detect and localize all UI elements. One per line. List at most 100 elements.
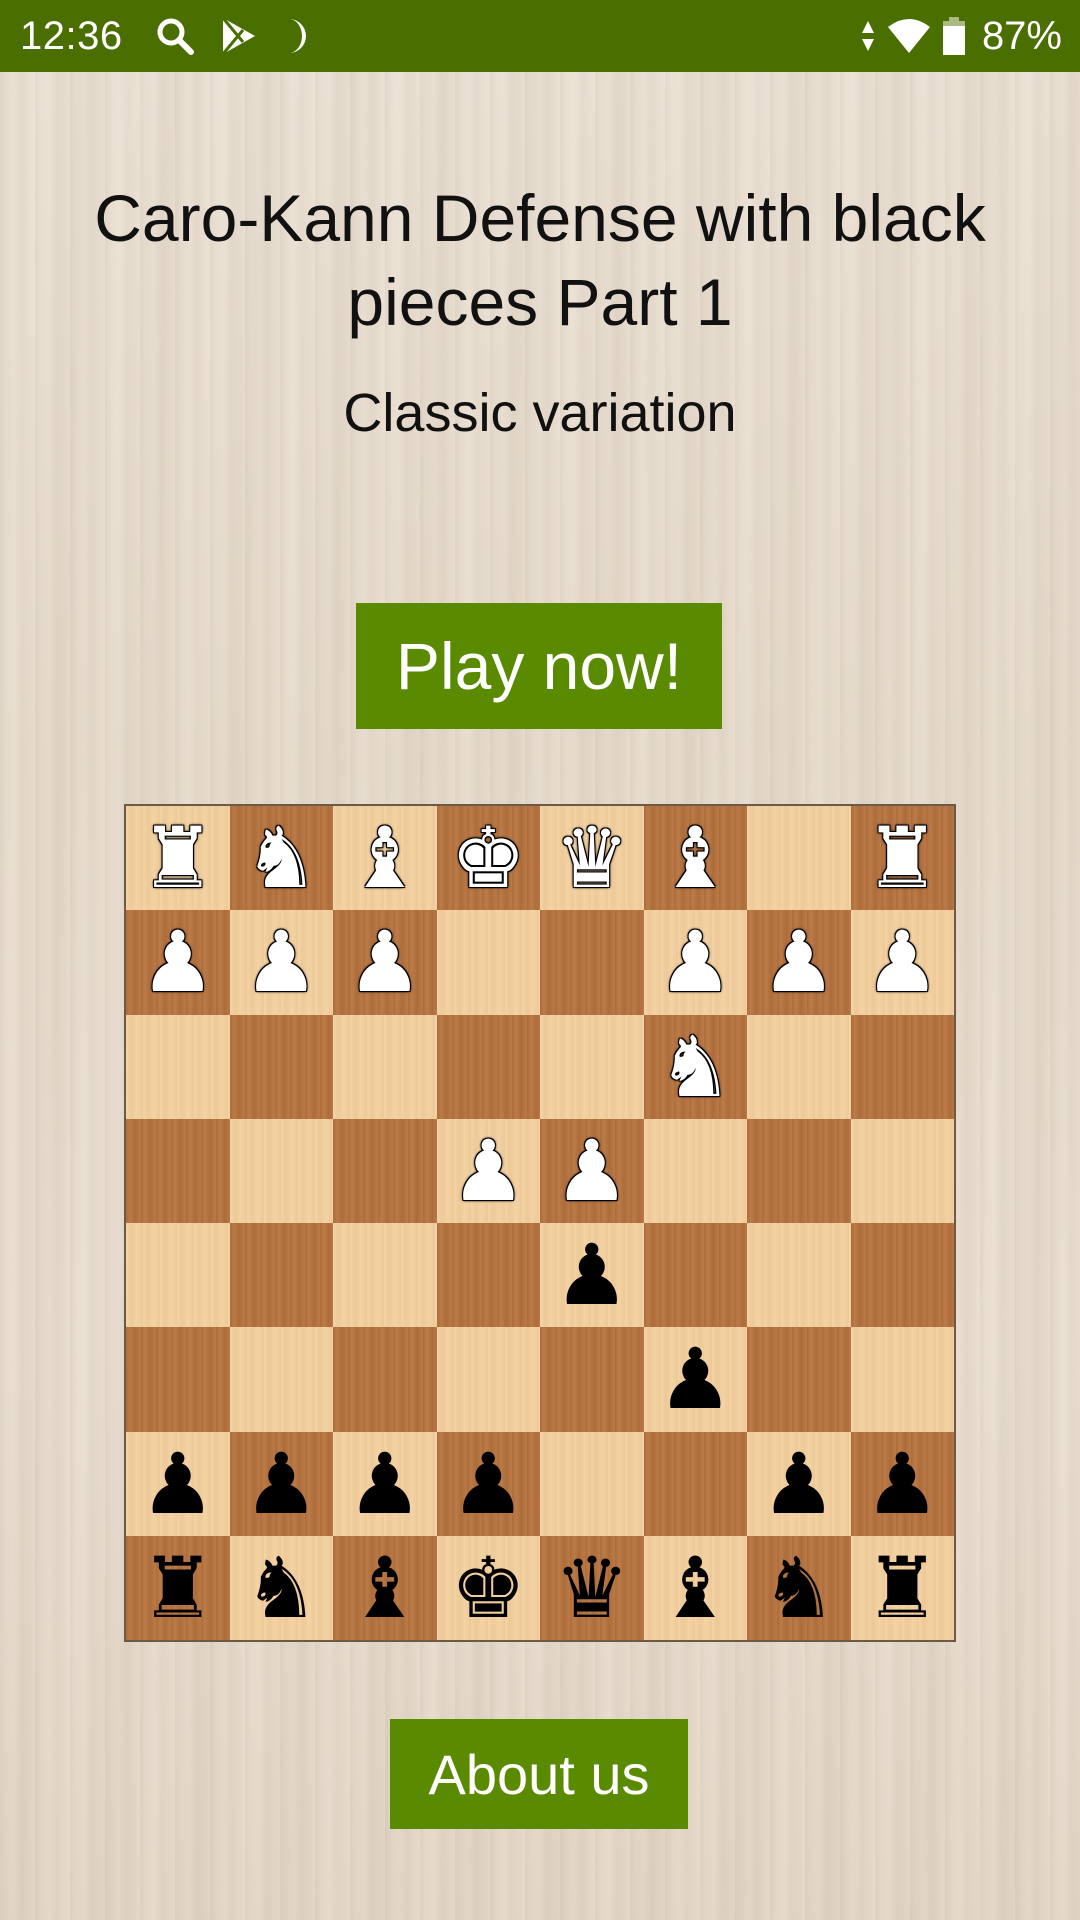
board-square-e3[interactable] xyxy=(436,1014,540,1119)
board-square-e2[interactable] xyxy=(436,910,540,1015)
black-knight-icon[interactable]: ♞ xyxy=(761,1546,836,1630)
black-pawn-icon[interactable]: ♟ xyxy=(761,1442,836,1526)
white-king-icon[interactable]: ♚ xyxy=(451,816,526,900)
board-square-h3[interactable] xyxy=(126,1014,230,1119)
board-square-a7[interactable]: ♟ xyxy=(850,1431,954,1536)
board-square-g2[interactable]: ♟ xyxy=(229,910,333,1015)
board-square-e5[interactable] xyxy=(436,1223,540,1328)
board-square-f6[interactable] xyxy=(333,1327,437,1432)
board-square-f4[interactable] xyxy=(333,1118,437,1223)
white-bishop-icon[interactable]: ♝ xyxy=(658,816,733,900)
play-now-button[interactable]: Play now! xyxy=(356,603,722,729)
board-square-g6[interactable] xyxy=(229,1327,333,1432)
board-square-h1[interactable]: ♜ xyxy=(126,806,230,911)
white-rook-icon[interactable]: ♜ xyxy=(865,816,940,900)
board-square-f1[interactable]: ♝ xyxy=(333,806,437,911)
board-square-b2[interactable]: ♟ xyxy=(747,910,851,1015)
chess-board[interactable]: ♜ ♞ ♝ ♚ ♛ ♝ ♜ ♟ ♟ ♟ ♟ ♟ ♟ ♞ ♟ ♟ ♟ ♟ ♟ ♟ ♟ ♟ ♟ ♟ ♜ ♞ ♝ ♚ ♛ ♝ ♞ ♜ xyxy=(124,804,956,1642)
board-square-h8[interactable]: ♜ xyxy=(126,1535,230,1640)
board-square-b1[interactable] xyxy=(747,806,851,911)
black-pawn-icon[interactable]: ♟ xyxy=(347,1442,422,1526)
board-square-a5[interactable] xyxy=(850,1223,954,1328)
black-bishop-icon[interactable]: ♝ xyxy=(658,1546,733,1630)
board-square-f5[interactable] xyxy=(333,1223,437,1328)
white-pawn-icon[interactable]: ♟ xyxy=(554,1129,629,1213)
board-square-d1[interactable]: ♛ xyxy=(540,806,644,911)
board-square-c8[interactable]: ♝ xyxy=(643,1535,747,1640)
board-square-h7[interactable]: ♟ xyxy=(126,1431,230,1536)
black-pawn-icon[interactable]: ♟ xyxy=(554,1233,629,1317)
board-square-d2[interactable] xyxy=(540,910,644,1015)
white-pawn-icon[interactable]: ♟ xyxy=(865,920,940,1004)
board-square-c3[interactable]: ♞ xyxy=(643,1014,747,1119)
white-rook-icon[interactable]: ♜ xyxy=(140,816,215,900)
white-pawn-icon[interactable]: ♟ xyxy=(244,920,319,1004)
board-square-g1[interactable]: ♞ xyxy=(229,806,333,911)
board-square-f8[interactable]: ♝ xyxy=(333,1535,437,1640)
board-square-e4[interactable]: ♟ xyxy=(436,1118,540,1223)
board-square-h2[interactable]: ♟ xyxy=(126,910,230,1015)
board-square-c6[interactable]: ♟ xyxy=(643,1327,747,1432)
board-square-a4[interactable] xyxy=(850,1118,954,1223)
board-square-c1[interactable]: ♝ xyxy=(643,806,747,911)
white-pawn-icon[interactable]: ♟ xyxy=(761,920,836,1004)
board-square-f3[interactable] xyxy=(333,1014,437,1119)
board-square-e1[interactable]: ♚ xyxy=(436,806,540,911)
board-square-e8[interactable]: ♚ xyxy=(436,1535,540,1640)
board-square-a6[interactable] xyxy=(850,1327,954,1432)
board-square-c4[interactable] xyxy=(643,1118,747,1223)
board-square-g7[interactable]: ♟ xyxy=(229,1431,333,1536)
board-square-a1[interactable]: ♜ xyxy=(850,806,954,911)
about-us-button[interactable]: About us xyxy=(390,1719,688,1829)
board-square-b8[interactable]: ♞ xyxy=(747,1535,851,1640)
board-square-b5[interactable] xyxy=(747,1223,851,1328)
board-square-h6[interactable] xyxy=(126,1327,230,1432)
battery-icon xyxy=(942,16,966,56)
board-square-e6[interactable] xyxy=(436,1327,540,1432)
white-knight-icon[interactable]: ♞ xyxy=(244,816,319,900)
board-square-b3[interactable] xyxy=(747,1014,851,1119)
board-square-d7[interactable] xyxy=(540,1431,644,1536)
black-pawn-icon[interactable]: ♟ xyxy=(244,1442,319,1526)
black-king-icon[interactable]: ♚ xyxy=(451,1546,526,1630)
board-square-f7[interactable]: ♟ xyxy=(333,1431,437,1536)
white-pawn-icon[interactable]: ♟ xyxy=(140,920,215,1004)
board-square-b4[interactable] xyxy=(747,1118,851,1223)
board-square-d4[interactable]: ♟ xyxy=(540,1118,644,1223)
white-knight-icon[interactable]: ♞ xyxy=(658,1025,733,1109)
board-square-f2[interactable]: ♟ xyxy=(333,910,437,1015)
board-square-e7[interactable]: ♟ xyxy=(436,1431,540,1536)
black-pawn-icon[interactable]: ♟ xyxy=(140,1442,215,1526)
black-knight-icon[interactable]: ♞ xyxy=(244,1546,319,1630)
board-square-a8[interactable]: ♜ xyxy=(850,1535,954,1640)
black-rook-icon[interactable]: ♜ xyxy=(140,1546,215,1630)
black-pawn-icon[interactable]: ♟ xyxy=(451,1442,526,1526)
board-square-d6[interactable] xyxy=(540,1327,644,1432)
black-rook-icon[interactable]: ♜ xyxy=(865,1546,940,1630)
board-square-a2[interactable]: ♟ xyxy=(850,910,954,1015)
board-square-d5[interactable]: ♟ xyxy=(540,1223,644,1328)
white-queen-icon[interactable]: ♛ xyxy=(554,816,629,900)
board-square-d3[interactable] xyxy=(540,1014,644,1119)
board-square-c7[interactable] xyxy=(643,1431,747,1536)
board-square-h4[interactable] xyxy=(126,1118,230,1223)
board-square-a3[interactable] xyxy=(850,1014,954,1119)
board-square-c5[interactable] xyxy=(643,1223,747,1328)
black-bishop-icon[interactable]: ♝ xyxy=(347,1546,422,1630)
white-pawn-icon[interactable]: ♟ xyxy=(658,920,733,1004)
black-queen-icon[interactable]: ♛ xyxy=(554,1546,629,1630)
board-square-b6[interactable] xyxy=(747,1327,851,1432)
board-square-g4[interactable] xyxy=(229,1118,333,1223)
board-square-g3[interactable] xyxy=(229,1014,333,1119)
board-square-h5[interactable] xyxy=(126,1223,230,1328)
black-pawn-icon[interactable]: ♟ xyxy=(865,1442,940,1526)
board-square-c2[interactable]: ♟ xyxy=(643,910,747,1015)
black-pawn-icon[interactable]: ♟ xyxy=(658,1337,733,1421)
board-square-g8[interactable]: ♞ xyxy=(229,1535,333,1640)
board-square-d8[interactable]: ♛ xyxy=(540,1535,644,1640)
white-pawn-icon[interactable]: ♟ xyxy=(451,1129,526,1213)
board-square-g5[interactable] xyxy=(229,1223,333,1328)
white-bishop-icon[interactable]: ♝ xyxy=(347,816,422,900)
white-pawn-icon[interactable]: ♟ xyxy=(347,920,422,1004)
board-square-b7[interactable]: ♟ xyxy=(747,1431,851,1536)
